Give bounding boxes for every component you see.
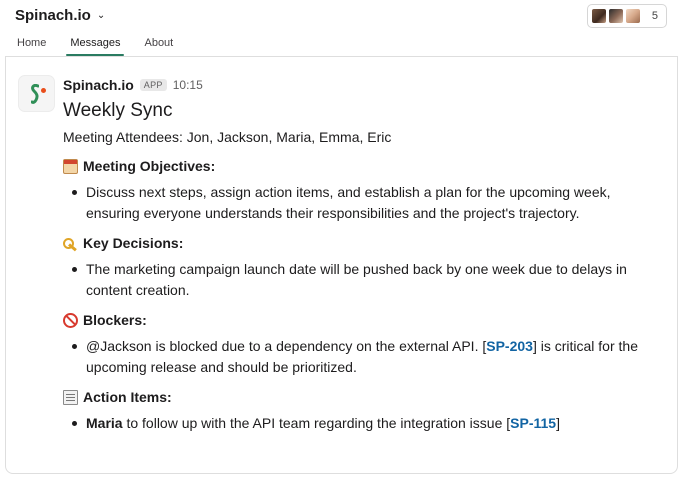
sender-name[interactable]: Spinach.io: [63, 77, 134, 93]
no-entry-icon: [63, 312, 78, 328]
tab-messages[interactable]: Messages: [58, 34, 132, 56]
message-title: Weekly Sync: [63, 100, 173, 121]
blockers-heading: Blockers:: [63, 310, 663, 330]
list-item: @Jackson is blocked due to a dependency …: [63, 336, 663, 378]
decisions-heading: Key Decisions:: [63, 233, 663, 253]
avatar: [624, 8, 641, 24]
logo-dot: [41, 88, 46, 93]
avatar: [590, 8, 607, 24]
blocker-text-pre: @Jackson is blocked due to a dependency …: [86, 338, 487, 354]
member-count: 5: [651, 10, 658, 22]
message-timestamp[interactable]: 10:15: [173, 78, 203, 92]
list-item: Maria to follow up with the API team reg…: [63, 413, 663, 434]
key-icon: [63, 236, 78, 251]
workspace-name: Spinach.io: [15, 7, 91, 24]
message-panel: Spinach.io APP 10:15 Weekly Sync Meeting…: [5, 56, 678, 474]
notepad-icon: [63, 389, 78, 405]
blockers-list: @Jackson is blocked due to a dependency …: [63, 336, 663, 378]
attendees-line: Meeting Attendees: Jon, Jackson, Maria, …: [63, 129, 392, 145]
action-owner: Maria: [86, 415, 123, 431]
message-header: Spinach.io APP 10:15: [63, 75, 663, 95]
decisions-list: The marketing campaign launch date will …: [63, 259, 663, 301]
header-bar: Spinach.io ⌄ 5: [0, 0, 680, 34]
action-text: to follow up with the API team regarding…: [122, 415, 511, 431]
tab-home[interactable]: Home: [5, 34, 58, 56]
calendar-icon: [63, 158, 78, 174]
objectives-heading-text: Meeting Objectives:: [83, 158, 216, 174]
app-badge: APP: [139, 79, 167, 91]
blockers-heading-text: Blockers:: [83, 312, 147, 328]
list-item: Discuss next steps, assign action items,…: [63, 182, 663, 224]
action-items-heading: Action Items:: [63, 387, 663, 407]
spinach-logo-icon[interactable]: [18, 75, 55, 112]
message: Spinach.io APP 10:15 Weekly Sync Meeting…: [63, 75, 663, 434]
objectives-heading: Meeting Objectives:: [63, 156, 663, 176]
avatar: [607, 8, 624, 24]
action-text-post: ]: [556, 415, 560, 431]
decisions-heading-text: Key Decisions:: [83, 235, 184, 251]
chevron-down-icon: ⌄: [96, 10, 106, 21]
tab-about[interactable]: About: [132, 34, 185, 56]
ticket-link-sp-203[interactable]: SP-203: [486, 338, 533, 354]
ticket-link-sp-115[interactable]: SP-115: [510, 415, 556, 431]
members-button[interactable]: 5: [586, 4, 667, 28]
action-items-heading-text: Action Items:: [83, 389, 172, 405]
workspace-switcher[interactable]: Spinach.io ⌄: [15, 7, 105, 24]
list-item: The marketing campaign launch date will …: [63, 259, 663, 301]
tab-bar: Home Messages About: [0, 34, 680, 56]
channel-window: Spinach.io ⌄ 5 Home Messages About Spina…: [0, 0, 680, 477]
objectives-list: Discuss next steps, assign action items,…: [63, 182, 663, 224]
action-items-list: Maria to follow up with the API team reg…: [63, 413, 663, 434]
